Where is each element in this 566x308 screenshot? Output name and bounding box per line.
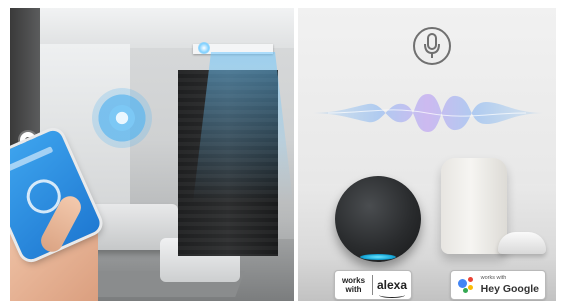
google-badge-text: works with Hey Google: [480, 275, 539, 295]
voice-wave-icon: [308, 94, 546, 132]
alexa-logo: alexa: [376, 278, 407, 298]
works-with-hey-google-badge: works with Hey Google: [450, 270, 546, 300]
wireless-signal-icon: [92, 88, 152, 148]
ceiling: [10, 8, 294, 48]
works-with-alexa-badge: works with alexa: [334, 270, 412, 300]
ceiling-signal-dot: [198, 42, 210, 54]
product-image: works with alexa works with Hey Google: [0, 0, 566, 308]
badge-divider: [372, 275, 373, 295]
smart-speaker-echo: [335, 176, 421, 262]
phone-screen-bar: [10, 146, 54, 177]
works-with-label: works with: [339, 276, 368, 294]
speaker-light-ring: [360, 254, 396, 260]
microphone-icon: [413, 27, 451, 65]
alexa-smile-icon: [378, 292, 405, 298]
google-assistant-icon: [457, 276, 475, 294]
works-word: works: [341, 276, 366, 285]
smart-speaker-nest: [441, 158, 507, 254]
smart-speaker-mini: [498, 232, 546, 254]
voice-assistant-panel: works with alexa works with Hey Google: [298, 8, 556, 301]
hey-google-wordmark: Hey Google: [480, 282, 539, 295]
with-word: with: [345, 285, 362, 294]
alexa-wordmark: alexa: [376, 278, 407, 292]
living-room-photo: [10, 8, 294, 301]
works-with-small: works with: [480, 275, 507, 281]
